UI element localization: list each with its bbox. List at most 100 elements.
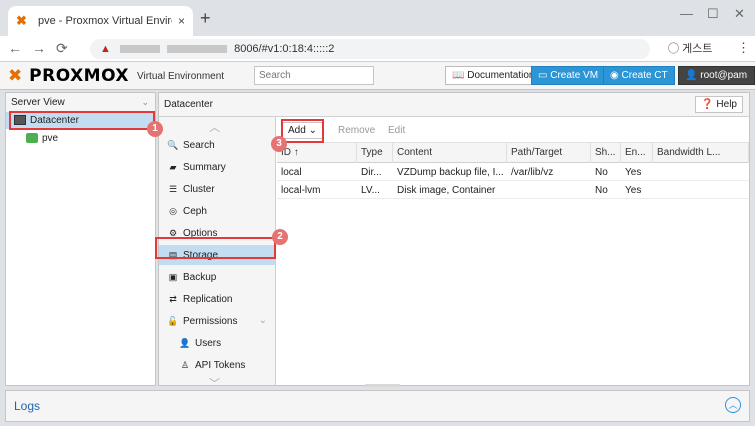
header-search-input[interactable] [254,66,374,85]
floppy-icon: ▣ [168,272,178,282]
address-bar: ← → ⟳ ▲ 8006/#v1:0:18:4:::::2 ◯ 게스트 ⋮ [0,36,755,62]
menu-item-backup[interactable]: ▣ Backup [159,267,275,287]
cell-content: Disk image, Container [397,185,496,196]
highlight-datacenter [9,111,155,130]
back-icon[interactable]: ← [8,40,22,56]
menu-item-api-tokens[interactable]: ♙ API Tokens [159,355,275,375]
resize-handle[interactable] [365,384,400,387]
cell-id: local-lvm [281,185,321,196]
col-shared[interactable]: Sh... [591,143,621,163]
menu-item-permissions[interactable]: 🔓 Permissions ⌄ [159,311,275,331]
cell-shared: No [595,185,608,196]
ceph-icon: ◎ [169,206,177,216]
maximize-icon[interactable]: ☐ [707,6,719,22]
col-enabled[interactable]: En... [621,143,653,163]
pve-header: ✖ PROXMOX Virtual Environment 📖 Document… [0,62,755,98]
minimize-icon[interactable]: — [680,6,693,21]
chevron-down-icon[interactable]: ⌄ [141,93,149,112]
new-tab-button[interactable]: + [200,8,211,29]
highlight-add [281,119,324,143]
reload-icon[interactable]: ⟳ [56,40,68,57]
cell-path [507,182,591,199]
tab-close-icon[interactable]: × [178,14,185,28]
redacted-host [167,45,228,54]
grid-header: ID ↑ Type Content Path/Target Sh... En..… [277,143,749,163]
cell-shared: No [595,167,608,178]
menu-label: Users [195,338,222,349]
help-label: Help [716,99,737,110]
menu-label: Replication [183,294,233,305]
scroll-up-icon[interactable]: ︿ [209,119,220,135]
cell-enabled: Yes [625,167,642,178]
menu-item-ceph[interactable]: ◎ Ceph [159,201,275,221]
browser-tabbar: ✖ pve - Proxmox Virtual Environm × + — ☐… [0,0,755,36]
menu-label: Search [183,140,215,151]
menu-label: Cluster [183,184,215,195]
col-bandwidth[interactable]: Bandwidth L... [653,143,749,163]
proxmox-logo: ✖ PROXMOX [8,66,130,86]
user-menu-button[interactable]: 👤 root@pam ⌄ [678,66,755,98]
tree-view-label: Server View [11,97,65,108]
search-icon: 🔍 [167,140,179,150]
cell-path: /var/lib/vz [511,167,554,178]
step-badge-3: 3 [271,136,287,152]
cell-type: Dir... [361,167,382,178]
table-row[interactable]: local-lvm LV... Disk image, Container No… [277,182,749,199]
tree-view-selector[interactable]: Server View ⌄ [6,93,155,113]
close-window-icon[interactable]: ✕ [734,6,745,22]
chevron-down-icon[interactable]: ⌄ [259,311,267,331]
insecure-warning-icon: ▲ [100,43,111,55]
menu-label: Summary [183,162,226,173]
ve-label: Virtual Environment [137,71,225,82]
menu-item-users[interactable]: 👤 Users [159,333,275,353]
browser-menu-icon[interactable]: ⋮ [737,40,750,56]
url-field[interactable]: ▲ 8006/#v1:0:18:4:::::2 [90,39,650,59]
node-icon [26,133,38,144]
menu-label: Backup [183,272,217,283]
profile-button[interactable]: ◯ 게스트 [668,40,712,56]
url-text: 8006/#v1:0:18:4:::::2 [234,43,335,55]
storage-toolbar: Add ⌄ Remove Edit [277,117,749,143]
content-title: Datacenter [164,99,213,110]
expand-up-icon[interactable]: ︿ [725,397,741,413]
logs-panel[interactable]: Logs ︿ [5,390,750,422]
redacted-host [119,45,160,54]
edit-button[interactable]: Edit [381,122,412,139]
col-type[interactable]: Type [357,143,393,163]
forward-icon[interactable]: → [32,40,46,56]
cell-id: local [281,167,302,178]
tree-item-pve[interactable]: pve [6,131,155,147]
unlock-icon: 🔓 [167,316,179,326]
documentation-button[interactable]: 📖 Documentation [445,66,542,85]
col-id[interactable]: ID ↑ [277,143,357,163]
col-content[interactable]: Content [393,143,507,163]
profile-label: 게스트 [682,43,713,55]
create-ct-button[interactable]: ◉ Create CT [603,66,675,85]
browser-tab[interactable]: ✖ pve - Proxmox Virtual Environm × [8,6,193,36]
cell-content: VZDump backup file, I... [397,167,504,178]
step-badge-2: 2 [272,229,288,245]
proxmox-favicon-icon: ✖ [16,13,27,28]
menu-label: Permissions [183,316,238,327]
help-button[interactable]: ❓ Help [695,96,743,113]
create-vm-button[interactable]: ▭ Create VM [531,66,606,85]
book-icon: ▰ [169,162,177,172]
create-vm-label: Create VM [550,70,599,81]
storage-grid-area: Add ⌄ Remove Edit ID ↑ Type Content Path… [277,117,749,385]
col-path[interactable]: Path/Target [507,143,591,163]
step-badge-1: 1 [147,121,163,137]
logo-text: PROXMOX [29,66,130,86]
menu-item-cluster[interactable]: ☰ Cluster [159,179,275,199]
menu-item-search[interactable]: 🔍 Search [159,135,275,155]
menu-label: API Tokens [195,360,246,371]
documentation-label: Documentation [467,70,535,81]
user-icon: 👤 [179,338,191,348]
highlight-storage [155,237,276,259]
table-row[interactable]: local Dir... VZDump backup file, I... /v… [277,164,749,181]
remove-button[interactable]: Remove [331,122,382,139]
menu-item-replication[interactable]: ⇄ Replication [159,289,275,309]
scroll-down-icon[interactable]: ﹀ [209,375,220,391]
menu-item-summary[interactable]: ▰ Summary [159,157,275,177]
user-label: root@pam [700,70,748,81]
cell-enabled: Yes [625,185,642,196]
